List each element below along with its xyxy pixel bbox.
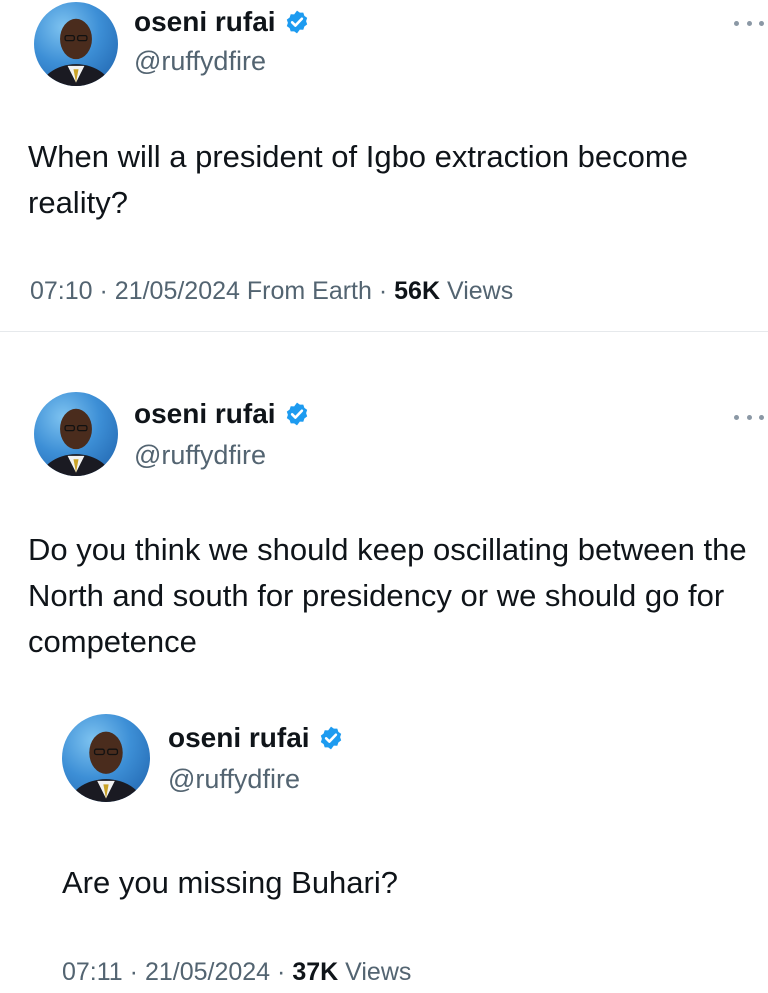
tweet-time[interactable]: 07:10 — [30, 277, 93, 305]
verified-badge-icon — [286, 10, 307, 34]
tweet-time[interactable]: 07:11 — [62, 958, 123, 986]
author-name[interactable]: oseni rufai — [134, 398, 310, 430]
profile-photo-icon — [40, 408, 112, 476]
separator: · — [277, 958, 286, 986]
tweet-text: When will a president of Igbo extraction… — [28, 139, 688, 220]
tweet-date[interactable]: 21/05/2024 — [115, 277, 240, 305]
author-name-text: oseni rufai — [134, 6, 276, 37]
verified-badge-icon — [320, 726, 341, 750]
quoted-tweet-text: Are you missing Buhari? — [62, 865, 398, 900]
author-name[interactable]: oseni rufai — [134, 6, 310, 38]
author-name-text: oseni rufai — [168, 722, 310, 753]
tweet-meta: 07:11 · 21/05/2024 · 37K Views — [62, 958, 411, 987]
views-label: Views — [446, 277, 514, 305]
more-options-icon[interactable] — [734, 410, 764, 424]
tweet-source: From Earth — [246, 277, 372, 305]
more-options-icon[interactable] — [734, 16, 764, 30]
divider — [0, 331, 768, 332]
views-label: Views — [345, 958, 412, 986]
profile-photo-icon — [40, 18, 112, 86]
author-handle[interactable]: @ruffydfire — [134, 440, 266, 471]
tweet-text: Do you think we should keep oscillating … — [28, 532, 747, 659]
separator: · — [378, 277, 388, 305]
author-handle[interactable]: @ruffydfire — [134, 46, 266, 77]
views-count[interactable]: 37K — [292, 958, 338, 986]
tweet-date[interactable]: 21/05/2024 — [145, 958, 270, 986]
quoted-author-handle[interactable]: @ruffydfire — [168, 764, 300, 795]
profile-photo-icon — [68, 731, 144, 802]
separator: · — [99, 277, 108, 305]
quoted-author-name[interactable]: oseni rufai — [168, 722, 344, 754]
views-count[interactable]: 56K — [394, 277, 440, 305]
verified-badge-icon — [286, 402, 307, 426]
tweet-screenshot: oseni rufai @ruffydfire When will a pres… — [0, 0, 768, 993]
author-name-text: oseni rufai — [134, 398, 276, 429]
separator: · — [129, 958, 138, 986]
tweet-meta: 07:10 · 21/05/2024 From Earth · 56K View… — [30, 277, 513, 306]
avatar[interactable] — [34, 2, 118, 86]
avatar[interactable] — [34, 392, 118, 476]
quoted-avatar[interactable] — [62, 714, 150, 802]
